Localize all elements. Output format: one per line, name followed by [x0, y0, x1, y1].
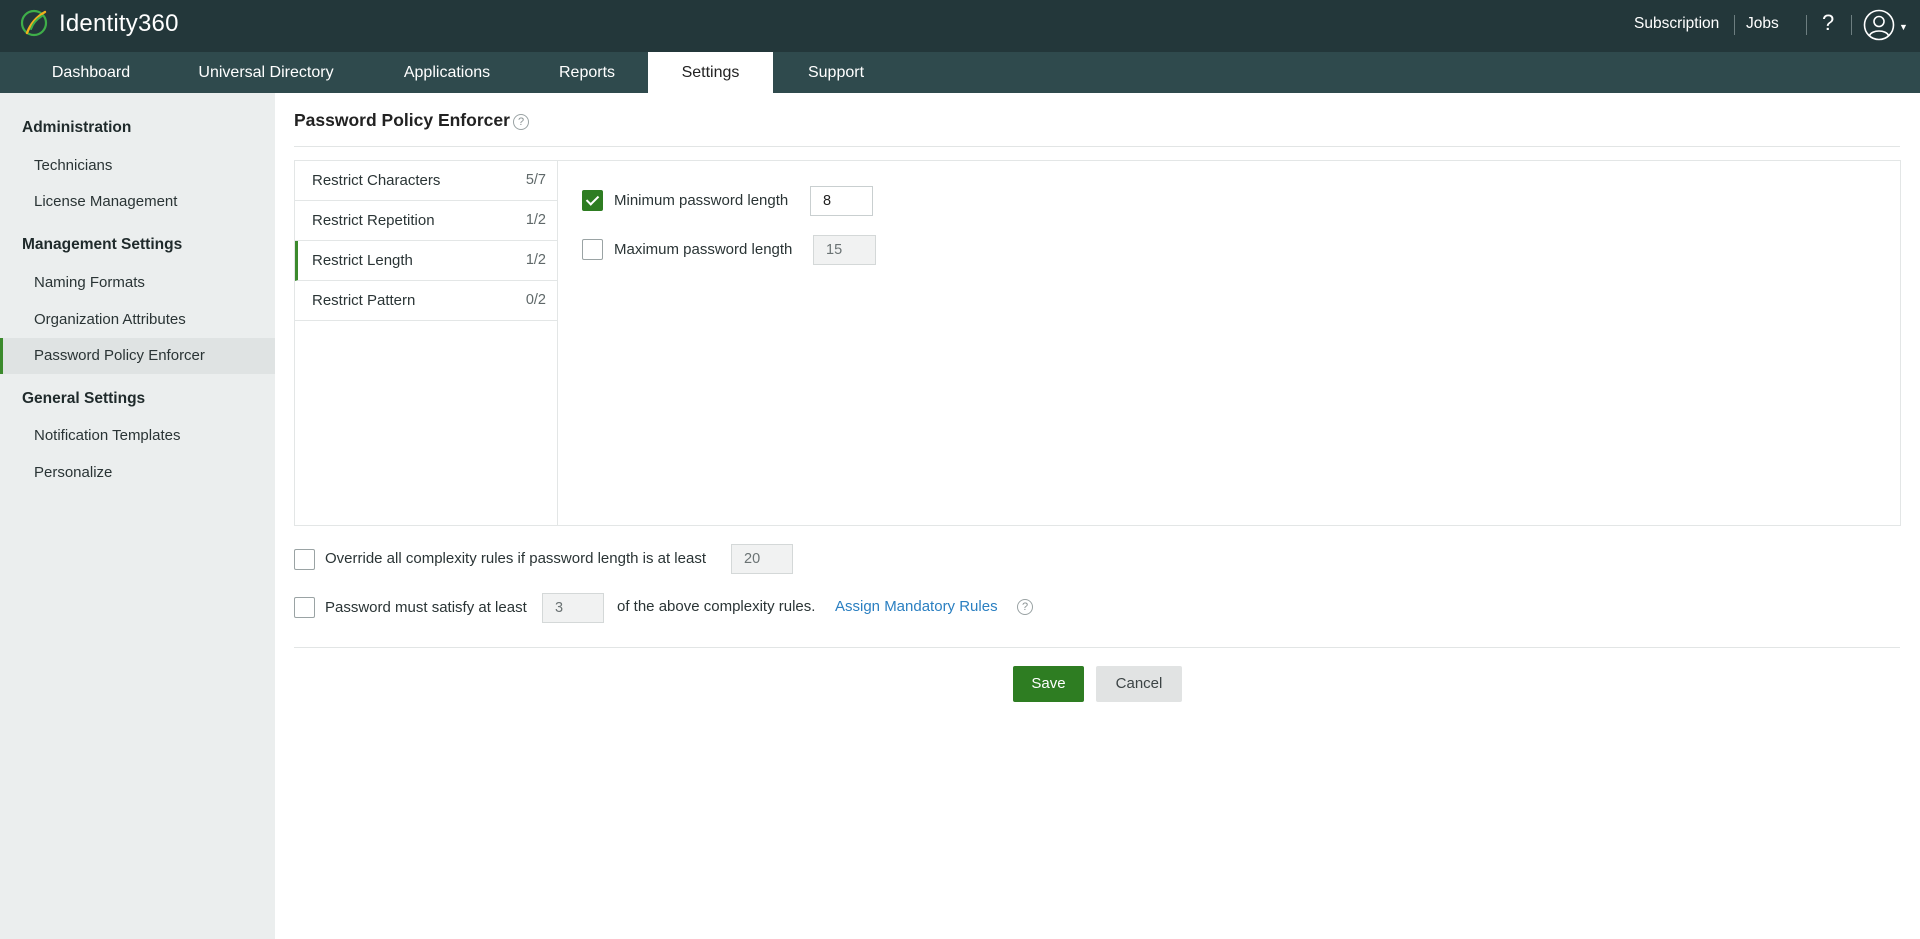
sidebar-item-personalize[interactable]: Personalize	[0, 455, 275, 491]
rule-count: 1/2	[525, 212, 546, 228]
sidebar-item-password-policy-enforcer[interactable]: Password Policy Enforcer	[0, 338, 275, 374]
min-length-label: Minimum password length	[614, 192, 789, 209]
sidebar-item-organization-attributes[interactable]: Organization Attributes	[0, 302, 275, 338]
override-complexity-label: Override all complexity rules if passwor…	[325, 550, 706, 567]
rule-label: Restrict Pattern	[312, 292, 416, 309]
sidebar-item-technicians[interactable]: Technicians	[0, 148, 275, 184]
sidebar-heading-administration: Administration	[22, 119, 132, 136]
tab-universal-directory[interactable]: Universal Directory	[176, 52, 356, 93]
chevron-down-icon[interactable]: ▼	[1899, 22, 1908, 32]
settings-sidebar: Administration Technicians License Manag…	[0, 93, 275, 939]
top-separator	[1806, 15, 1807, 35]
user-avatar-icon[interactable]	[1863, 9, 1895, 41]
sidebar-item-license-management[interactable]: License Management	[0, 184, 275, 220]
top-separator	[1851, 15, 1852, 35]
override-complexity-checkbox[interactable]	[294, 549, 315, 570]
tab-applications[interactable]: Applications	[378, 52, 516, 93]
tab-dashboard[interactable]: Dashboard	[28, 52, 154, 93]
identity360-logo-icon[interactable]	[18, 7, 50, 39]
top-separator	[1734, 15, 1735, 35]
rule-item-restrict-length[interactable]: Restrict Length 1/2	[295, 241, 557, 281]
subscription-link[interactable]: Subscription	[1634, 15, 1719, 33]
rule-category-list: Restrict Characters 5/7 Restrict Repetit…	[295, 161, 558, 525]
max-length-input[interactable]	[813, 235, 876, 265]
brand-name: Identity360	[59, 10, 179, 37]
help-icon[interactable]: ?	[513, 114, 529, 130]
sidebar-item-notification-templates[interactable]: Notification Templates	[0, 418, 275, 454]
min-length-checkbox[interactable]	[582, 190, 603, 211]
rule-count: 5/7	[525, 172, 546, 188]
tab-reports[interactable]: Reports	[537, 52, 637, 93]
sidebar-item-naming-formats[interactable]: Naming Formats	[0, 265, 275, 301]
sidebar-heading-general-settings: General Settings	[22, 390, 146, 407]
tab-support[interactable]: Support	[786, 52, 886, 93]
page-title: Password Policy Enforcer	[294, 110, 510, 130]
top-bar: Identity360 Subscription Jobs ? ▼	[0, 0, 1920, 52]
help-icon[interactable]: ?	[1822, 10, 1834, 36]
satisfy-rules-label: Password must satisfy at least	[325, 599, 527, 616]
save-button[interactable]: Save	[1013, 666, 1084, 702]
rule-label: Restrict Length	[312, 252, 413, 269]
sidebar-heading-management-settings: Management Settings	[22, 236, 183, 253]
satisfy-rules-suffix: of the above complexity rules.	[617, 598, 816, 615]
rule-item-restrict-characters[interactable]: Restrict Characters 5/7	[295, 161, 557, 201]
override-length-input[interactable]	[731, 544, 793, 574]
jobs-link[interactable]: Jobs	[1746, 15, 1779, 33]
main-nav: Dashboard Universal Directory Applicatio…	[0, 52, 1920, 93]
rule-item-restrict-repetition[interactable]: Restrict Repetition 1/2	[295, 201, 557, 241]
max-length-checkbox[interactable]	[582, 239, 603, 260]
rule-count: 0/2	[525, 292, 546, 308]
footer-divider	[294, 647, 1900, 648]
tab-settings[interactable]: Settings	[648, 52, 773, 93]
rule-item-restrict-pattern[interactable]: Restrict Pattern 0/2	[295, 281, 557, 321]
satisfy-count-input[interactable]	[542, 593, 604, 623]
satisfy-rules-checkbox[interactable]	[294, 597, 315, 618]
rule-label: Restrict Repetition	[312, 212, 435, 229]
title-divider	[294, 146, 1900, 147]
policy-panel: Restrict Characters 5/7 Restrict Repetit…	[294, 160, 1901, 526]
cancel-button[interactable]: Cancel	[1096, 666, 1182, 702]
min-length-input[interactable]	[810, 186, 873, 216]
help-icon[interactable]: ?	[1017, 599, 1033, 615]
max-length-label: Maximum password length	[614, 241, 793, 258]
assign-mandatory-rules-link[interactable]: Assign Mandatory Rules	[835, 598, 998, 615]
rule-label: Restrict Characters	[312, 172, 441, 189]
rule-count: 1/2	[525, 252, 546, 268]
